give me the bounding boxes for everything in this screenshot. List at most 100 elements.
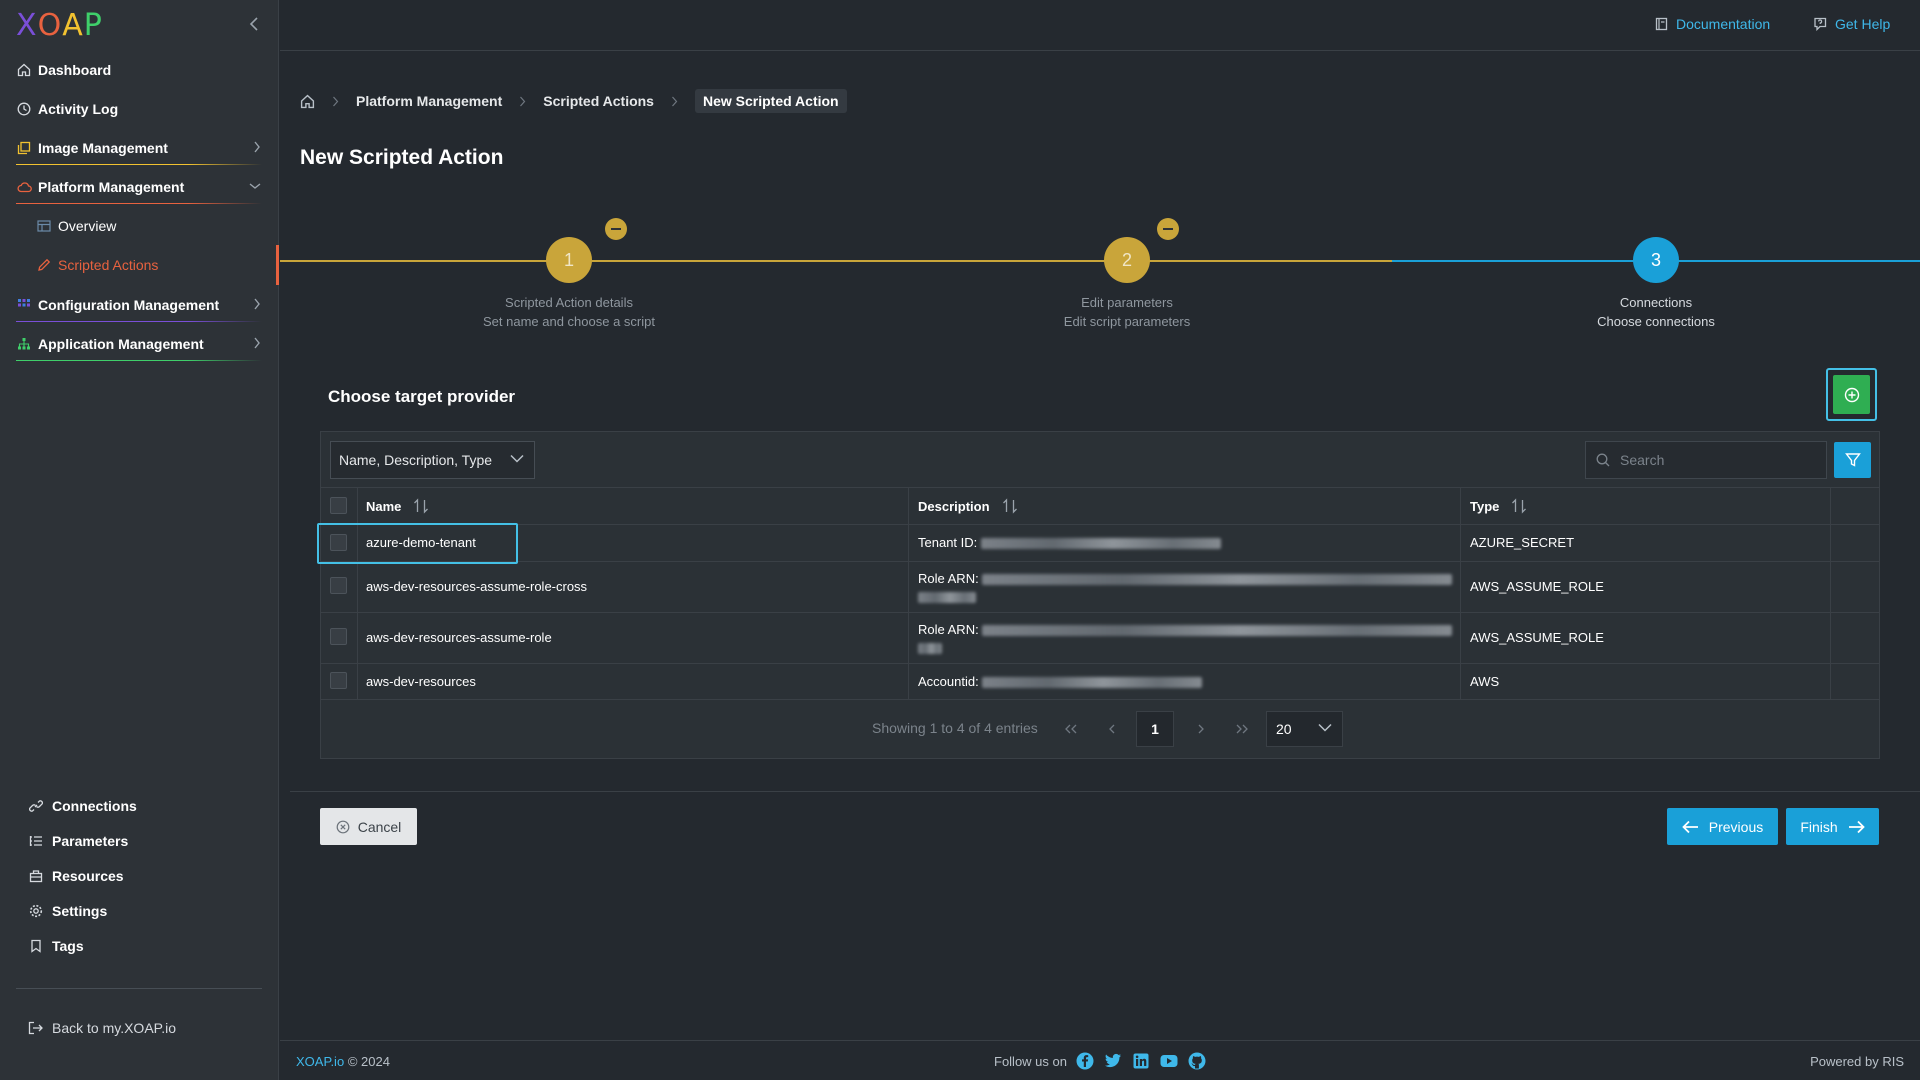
first-page-button[interactable] — [1061, 719, 1081, 739]
sidebar-item-overview[interactable]: Overview — [0, 208, 279, 244]
redacted-value — [918, 643, 942, 655]
sidebar-item-label: Resources — [52, 868, 124, 884]
sidebar-item-tags[interactable]: Tags — [28, 934, 84, 958]
sidebar-item-label: Image Management — [38, 140, 168, 156]
documentation-link[interactable]: Documentation — [1655, 16, 1770, 32]
next-page-button[interactable] — [1191, 719, 1211, 739]
table-row[interactable]: aws-dev-resources-assume-role-cross Role… — [321, 562, 1879, 613]
sidebar-item-parameters[interactable]: Parameters — [28, 829, 128, 853]
table-row[interactable]: aws-dev-resources Accountid: AWS — [321, 664, 1879, 700]
page-button-1[interactable]: 1 — [1136, 711, 1174, 747]
link-icon — [28, 798, 44, 814]
collapse-sidebar-button[interactable] — [244, 12, 264, 36]
chevron-left-icon — [249, 17, 258, 31]
xoap-logo[interactable]: X O A P — [16, 10, 103, 42]
previous-button[interactable]: Previous — [1667, 808, 1778, 845]
previous-page-button[interactable] — [1102, 719, 1122, 739]
close-circle-icon — [336, 820, 350, 834]
sidebar-item-dashboard[interactable]: Dashboard — [0, 52, 279, 88]
sidebar-item-label: Platform Management — [38, 179, 185, 195]
add-provider-button[interactable] — [1833, 375, 1870, 414]
sidebar-item-configuration-management[interactable]: Configuration Management — [0, 287, 279, 323]
column-header-type[interactable]: Type — [1470, 488, 1527, 524]
sidebar-item-activity-log[interactable]: Activity Log — [0, 91, 279, 127]
step-title: Connections — [1619, 295, 1693, 310]
select-all-checkbox[interactable] — [330, 497, 347, 514]
sidebar-item-scripted-actions[interactable]: Scripted Actions — [0, 247, 279, 283]
search-fields-value: Name, Description, Type — [339, 452, 493, 468]
filter-icon — [1844, 453, 1861, 467]
row-checkbox[interactable] — [330, 534, 347, 551]
column-header-name[interactable]: Name — [366, 488, 429, 524]
row-name: aws-dev-resources-assume-role — [366, 630, 552, 645]
description-label: Role ARN: — [918, 571, 979, 586]
section-underline — [16, 164, 262, 165]
sidebar-item-image-management[interactable]: Image Management — [0, 130, 279, 166]
xoap-link[interactable]: XOAP.io — [296, 1054, 344, 1069]
github-icon[interactable] — [1187, 1051, 1207, 1071]
breadcrumb-scripted-actions[interactable]: Scripted Actions — [543, 93, 654, 109]
sort-icon — [1002, 498, 1018, 514]
row-description: Tenant ID: — [918, 535, 1221, 551]
stepper-line-completed — [280, 260, 1392, 262]
footer: XOAP.io © 2024 Follow us on Powered by R… — [280, 1040, 1920, 1080]
table-row[interactable]: azure-demo-tenant Tenant ID: AZURE_SECRE… — [321, 525, 1879, 562]
page-size-select[interactable]: 20 — [1266, 711, 1343, 747]
add-provider-button-focus — [1826, 368, 1877, 421]
home-icon[interactable] — [300, 94, 315, 109]
row-checkbox[interactable] — [330, 577, 347, 594]
sidebar-item-application-management[interactable]: Application Management — [0, 326, 279, 362]
filter-button[interactable] — [1834, 442, 1871, 478]
step-1-circle[interactable]: 1 — [546, 237, 592, 283]
get-help-link[interactable]: Get Help — [1813, 16, 1890, 32]
previous-label: Previous — [1708, 818, 1764, 835]
chevron-right-icon — [253, 337, 261, 349]
logo-letter-o: O — [37, 8, 63, 43]
section-underline — [16, 360, 262, 361]
sidebar-item-platform-management[interactable]: Platform Management — [0, 169, 279, 205]
section-underline — [16, 321, 262, 322]
arrow-right-icon — [1848, 820, 1865, 834]
sidebar-item-label: Parameters — [52, 833, 129, 849]
step-1-label: Scripted Action details Set name and cho… — [439, 293, 699, 331]
cancel-button[interactable]: Cancel — [320, 808, 417, 845]
chevrons-right-icon — [1236, 724, 1248, 734]
step-title: Edit parameters — [1081, 295, 1173, 310]
step-number: 2 — [1121, 249, 1132, 270]
book-icon — [1655, 17, 1668, 31]
row-checkbox[interactable] — [330, 628, 347, 645]
sidebar-item-resources[interactable]: Resources — [28, 864, 124, 888]
get-help-label: Get Help — [1835, 16, 1891, 32]
column-header-description[interactable]: Description — [918, 488, 1018, 524]
breadcrumb-separator-icon — [671, 96, 678, 107]
finish-button[interactable]: Finish — [1786, 808, 1879, 845]
last-page-button[interactable] — [1232, 719, 1252, 739]
step-2-collapse-icon[interactable] — [1157, 218, 1179, 240]
youtube-icon[interactable] — [1159, 1051, 1179, 1071]
sidebar-item-settings[interactable]: Settings — [28, 899, 107, 923]
step-2-circle[interactable]: 2 — [1104, 237, 1150, 283]
sidebar-item-label: Overview — [58, 218, 117, 234]
row-checkbox[interactable] — [330, 672, 347, 689]
footer-social: Follow us on — [994, 1051, 1207, 1071]
sidebar-item-label: Dashboard — [38, 62, 112, 78]
redacted-value — [918, 592, 976, 604]
breadcrumb-platform-management[interactable]: Platform Management — [356, 93, 502, 109]
step-3-circle[interactable]: 3 — [1633, 237, 1679, 283]
section-underline — [16, 203, 262, 204]
table-row[interactable]: aws-dev-resources-assume-role Role ARN: … — [321, 613, 1879, 664]
sidebar-item-label: Configuration Management — [38, 297, 220, 313]
choose-target-provider-title: Choose target provider — [328, 387, 516, 406]
twitter-icon[interactable] — [1103, 1051, 1123, 1071]
row-type: AWS — [1470, 674, 1500, 689]
back-to-my-xoap-link[interactable]: Back to my.XOAP.io — [28, 1020, 176, 1036]
redacted-value — [980, 538, 1221, 550]
search-input[interactable] — [1620, 452, 1810, 468]
linkedin-icon[interactable] — [1131, 1051, 1151, 1071]
help-icon — [1813, 17, 1827, 31]
facebook-icon[interactable] — [1075, 1051, 1095, 1071]
row-description: Role ARN: — [918, 571, 1453, 605]
sidebar-item-connections[interactable]: Connections — [28, 794, 137, 818]
step-1-collapse-icon[interactable] — [605, 218, 627, 240]
search-fields-select[interactable]: Name, Description, Type — [330, 441, 535, 479]
